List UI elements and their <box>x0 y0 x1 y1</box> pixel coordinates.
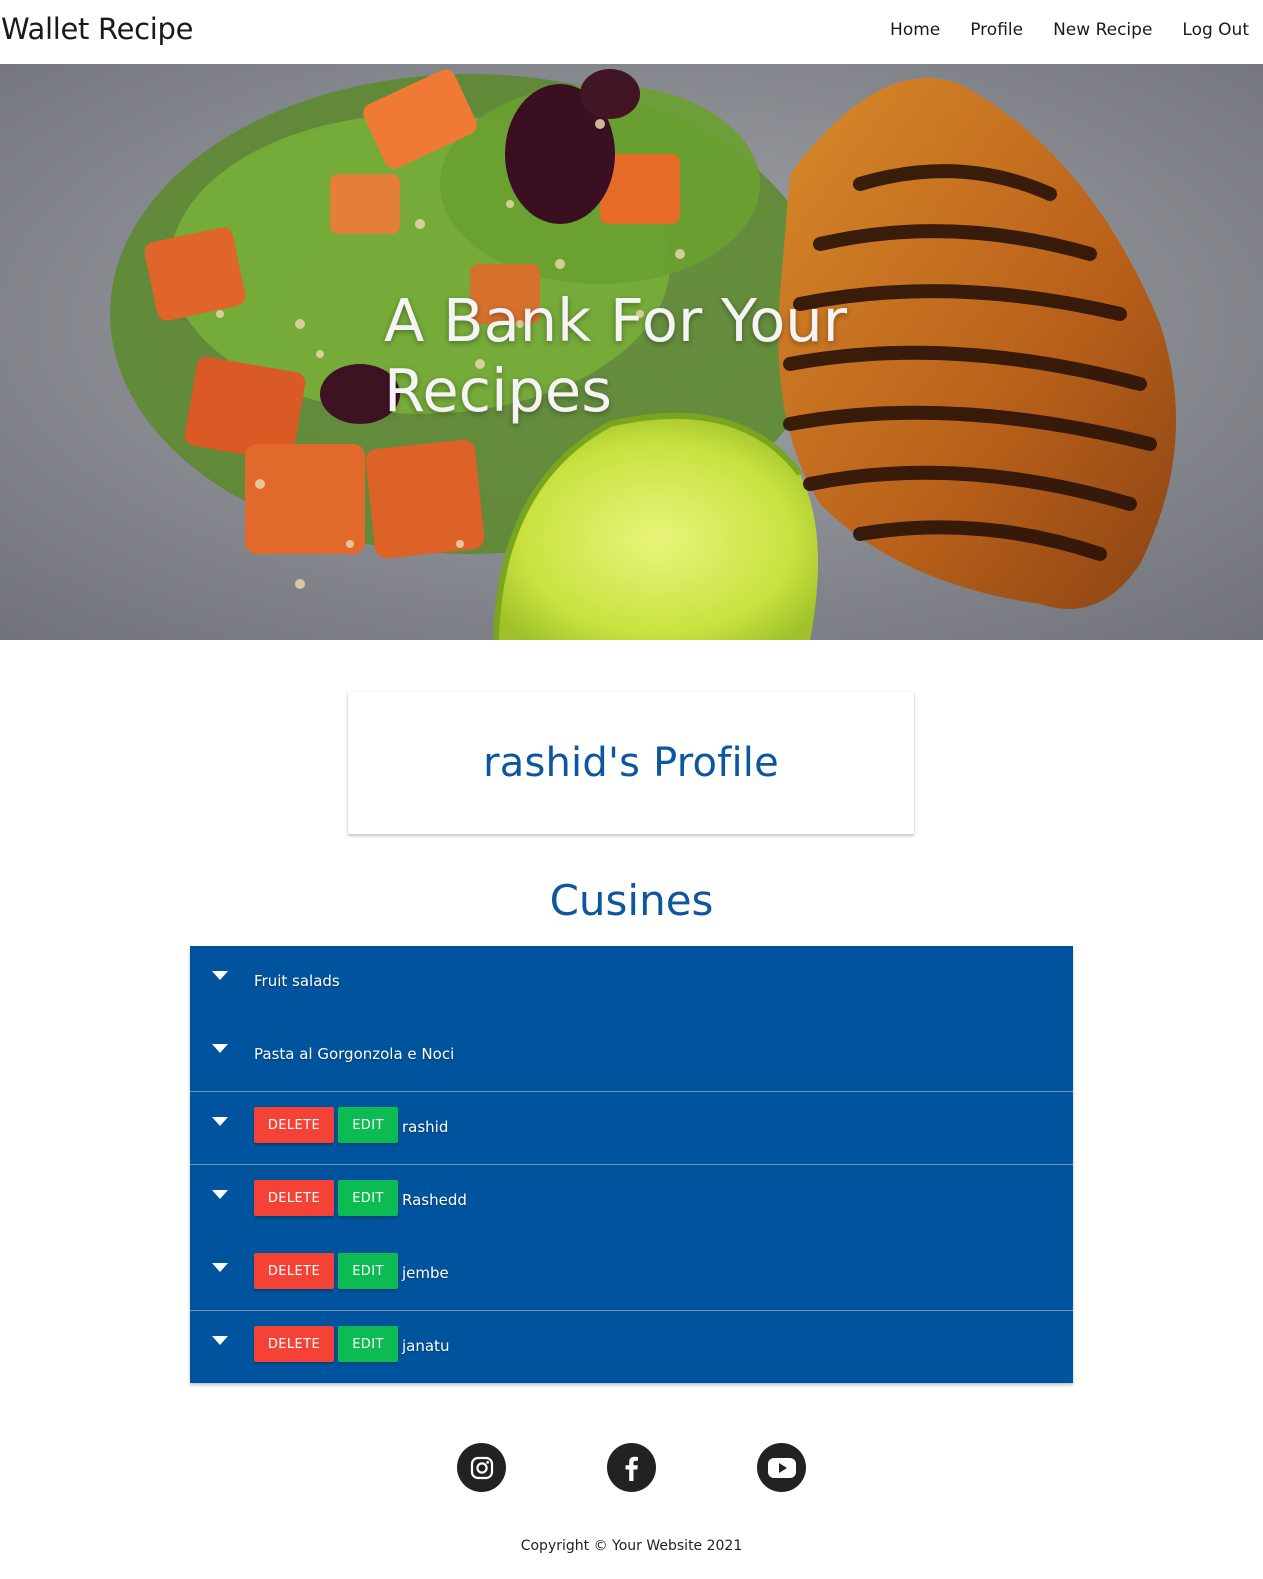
edit-button[interactable]: Edit <box>338 1107 398 1143</box>
list-item[interactable]: Fruit salads <box>190 946 1073 1019</box>
caret-down-icon[interactable] <box>212 1336 228 1346</box>
edit-button[interactable]: Edit <box>338 1253 398 1289</box>
caret-down-icon[interactable] <box>212 971 228 981</box>
brand-logo[interactable]: Wallet Recipe <box>1 12 193 46</box>
list-item[interactable]: Delete Edit jembe <box>190 1238 1073 1311</box>
delete-button[interactable]: Delete <box>254 1326 334 1362</box>
list-item-label[interactable]: rashid <box>402 1118 448 1136</box>
caret-down-icon[interactable] <box>212 1044 228 1054</box>
nav-links: Home Profile New Recipe Log Out <box>890 20 1249 40</box>
instagram-icon[interactable] <box>457 1443 506 1492</box>
profile-card: rashid's Profile <box>348 692 914 834</box>
caret-down-icon[interactable] <box>212 1190 228 1200</box>
delete-button[interactable]: Delete <box>254 1253 334 1289</box>
profile-title: rashid's Profile <box>483 740 779 786</box>
list-item[interactable]: Pasta al Gorgonzola e Noci <box>190 1019 1073 1092</box>
edit-button[interactable]: Edit <box>338 1326 398 1362</box>
list-item-label[interactable]: jembe <box>402 1264 449 1282</box>
list-item[interactable]: Delete Edit janatu <box>190 1311 1073 1383</box>
list-item-label[interactable]: Pasta al Gorgonzola e Noci <box>254 1045 454 1063</box>
cuisines-heading: Cusines <box>549 876 714 925</box>
edit-button[interactable]: Edit <box>338 1180 398 1216</box>
copyright-text: Copyright © Your Website 2021 <box>520 1538 743 1554</box>
list-item-label[interactable]: Fruit salads <box>254 972 340 990</box>
list-item[interactable]: Delete Edit Rashedd <box>190 1165 1073 1238</box>
nav-link-profile[interactable]: Profile <box>970 20 1023 40</box>
navbar: Wallet Recipe Home Profile New Recipe Lo… <box>0 0 1263 64</box>
youtube-icon[interactable] <box>757 1443 806 1492</box>
delete-button[interactable]: Delete <box>254 1107 334 1143</box>
cuisine-list: Fruit salads Pasta al Gorgonzola e Noci … <box>190 946 1073 1383</box>
list-item-label[interactable]: janatu <box>402 1337 449 1355</box>
hero-banner: A Bank For Your Recipes <box>0 64 1263 640</box>
nav-link-new-recipe[interactable]: New Recipe <box>1053 20 1152 40</box>
list-item[interactable]: Delete Edit rashid <box>190 1092 1073 1165</box>
nav-link-home[interactable]: Home <box>890 20 940 40</box>
social-links <box>0 1443 1263 1493</box>
caret-down-icon[interactable] <box>212 1263 228 1273</box>
delete-button[interactable]: Delete <box>254 1180 334 1216</box>
facebook-icon[interactable] <box>607 1443 656 1492</box>
nav-link-log-out[interactable]: Log Out <box>1182 20 1249 40</box>
list-item-label[interactable]: Rashedd <box>402 1191 467 1209</box>
hero-title: A Bank For Your Recipes <box>384 286 847 425</box>
caret-down-icon[interactable] <box>212 1117 228 1127</box>
